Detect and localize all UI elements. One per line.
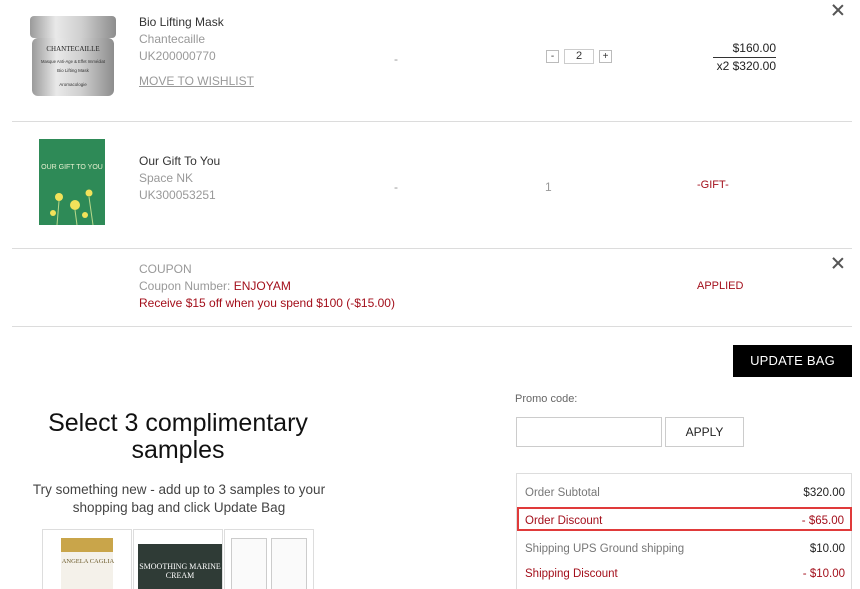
summary-subtotal-row: Order Subtotal $320.00 <box>517 481 853 505</box>
coupon-number-label: Coupon Number: <box>139 279 234 293</box>
discount-value: - $65.00 <box>801 515 844 527</box>
sample-pack-image <box>231 538 267 589</box>
coupon-row: COUPON Coupon Number: ENJOYAM Receive $1… <box>12 249 852 327</box>
shipping-value: $10.00 <box>809 543 845 555</box>
samples-description: Try something new - add up to 3 samples … <box>32 482 326 515</box>
sample-tile[interactable]: SMOOTHING MARINE CREAM <box>133 529 223 589</box>
item-name: Our Gift To You <box>139 154 221 168</box>
item-sku: UK200000770 <box>139 49 216 63</box>
shipping-discount-label: Shipping Discount <box>525 568 618 580</box>
qty-increase-button[interactable]: + <box>599 50 612 63</box>
jar-brand-text: CHANTECAILLE <box>46 45 99 53</box>
apply-promo-button[interactable]: APPLY <box>665 417 744 447</box>
item-price: $160.00 x2 $320.00 <box>712 40 776 74</box>
remove-coupon-close-icon[interactable] <box>832 257 844 269</box>
item-name[interactable]: Bio Lifting Mask <box>139 14 254 31</box>
gift-price-label: -GIFT- <box>697 179 729 191</box>
sample-tile[interactable] <box>224 529 314 589</box>
item-sku: UK300053251 <box>139 188 216 202</box>
sample-pack-image: SMOOTHING MARINE CREAM <box>138 544 222 589</box>
coupon-description: Receive $15 off when you spend $100 (-$1… <box>139 296 395 310</box>
item-brand: Space NK <box>139 171 194 185</box>
shipping-label: Shipping UPS Ground shipping <box>525 543 685 555</box>
jar-text-3: Aromacologie <box>59 82 87 87</box>
quantity-stepper: - 2 + <box>546 49 612 64</box>
coupon-code: ENJOYAM <box>233 279 291 293</box>
summary-shipping-discount-row: Shipping Discount - $10.00 <box>517 562 853 586</box>
item-info: Bio Lifting Mask Chantecaille UK20000077… <box>139 14 254 90</box>
item-dash: - <box>394 180 398 194</box>
sample-pack-image <box>271 538 307 589</box>
qty-decrease-button[interactable]: - <box>546 50 559 63</box>
coupon-title: COUPON <box>139 262 192 276</box>
item-info: Our Gift To You Space NK UK300053251 <box>139 153 220 204</box>
sample-tile[interactable]: ANGELA CAGLIA <box>42 529 132 589</box>
promo-code-input[interactable] <box>516 417 662 447</box>
remove-item-close-icon[interactable] <box>832 4 844 16</box>
move-to-wishlist-link[interactable]: MOVE TO WISHLIST <box>139 73 254 90</box>
gift-card-text: OUR GIFT TO YOU <box>41 164 103 171</box>
subtotal-label: Order Subtotal <box>525 487 600 499</box>
cart-item-gift: OUR GIFT TO YOU Our Gift To You Space NK… <box>12 122 852 249</box>
discount-label: Order Discount <box>525 515 603 527</box>
subtotal-value: $320.00 <box>803 487 845 499</box>
promo-code-label: Promo code: <box>515 393 578 405</box>
item-brand: Chantecaille <box>139 32 206 46</box>
coupon-info: COUPON Coupon Number: ENJOYAM Receive $1… <box>139 261 395 312</box>
order-summary: Order Subtotal $320.00 Order Discount - … <box>516 473 852 589</box>
gift-card-image[interactable]: OUR GIFT TO YOU <box>39 139 105 226</box>
qty-input[interactable]: 2 <box>564 49 594 64</box>
cart-item-bio-lifting-mask: CHANTECAILLE Masque Anti-Age & Effet Imm… <box>12 0 852 122</box>
jar-text-2: Bio Lifting Mask <box>57 68 90 73</box>
jar-text-1: Masque Anti-Age & Effet Immédiat <box>41 59 106 64</box>
summary-shipping-row: Shipping UPS Ground shipping $10.00 <box>517 537 853 561</box>
coupon-number-line: Coupon Number: ENJOYAM <box>139 278 395 295</box>
coupon-status: APPLIED <box>697 280 744 292</box>
sample-1-text: ANGELA CAGLIA <box>62 558 115 565</box>
product-image-jar[interactable]: CHANTECAILLE Masque Anti-Age & Effet Imm… <box>28 14 118 98</box>
update-bag-button[interactable]: UPDATE BAG <box>733 345 852 377</box>
item-quantity: 1 <box>545 180 552 194</box>
total-price: x2 $320.00 <box>716 59 776 73</box>
unit-price: $160.00 <box>712 40 776 58</box>
item-dash: - <box>394 52 398 66</box>
summary-discount-row: Order Discount - $65.00 <box>517 507 852 531</box>
samples-title: Select 3 complimentary samples <box>48 409 308 464</box>
sample-tiles: ANGELA CAGLIA SMOOTHING MARINE CREAM <box>42 529 315 589</box>
shipping-discount-value: - $10.00 <box>802 568 845 580</box>
